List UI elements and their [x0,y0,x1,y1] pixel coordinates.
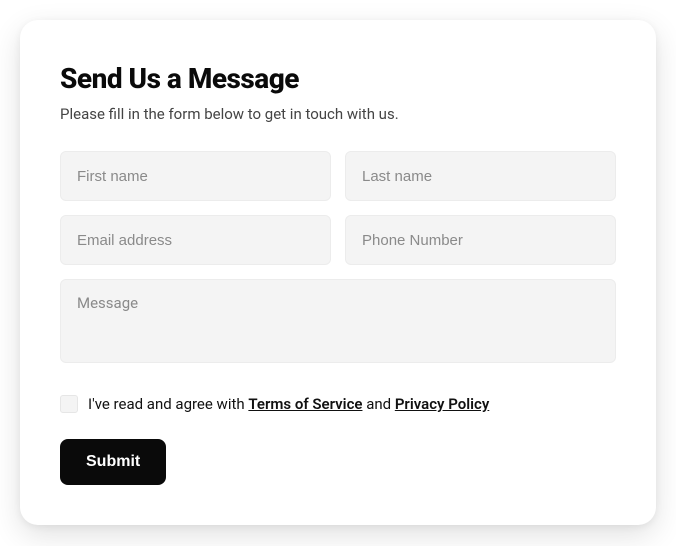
privacy-policy-link[interactable]: Privacy Policy [395,395,489,413]
consent-checkbox[interactable] [60,395,78,413]
consent-prefix: I've read and agree with [88,395,248,413]
last-name-input[interactable] [345,151,616,201]
consent-row: I've read and agree with Terms of Servic… [60,395,616,413]
contact-form-card: Send Us a Message Please fill in the for… [20,20,656,525]
message-textarea[interactable] [60,279,616,363]
terms-of-service-link[interactable]: Terms of Service [248,395,362,413]
consent-middle: and [362,395,394,413]
email-input[interactable] [60,215,331,265]
form-subtitle: Please fill in the form below to get in … [60,105,616,123]
form-title: Send Us a Message [60,62,616,95]
submit-button[interactable]: Submit [60,439,166,485]
first-name-input[interactable] [60,151,331,201]
name-row [60,151,616,201]
phone-input[interactable] [345,215,616,265]
contact-row [60,215,616,265]
consent-text: I've read and agree with Terms of Servic… [88,395,489,413]
